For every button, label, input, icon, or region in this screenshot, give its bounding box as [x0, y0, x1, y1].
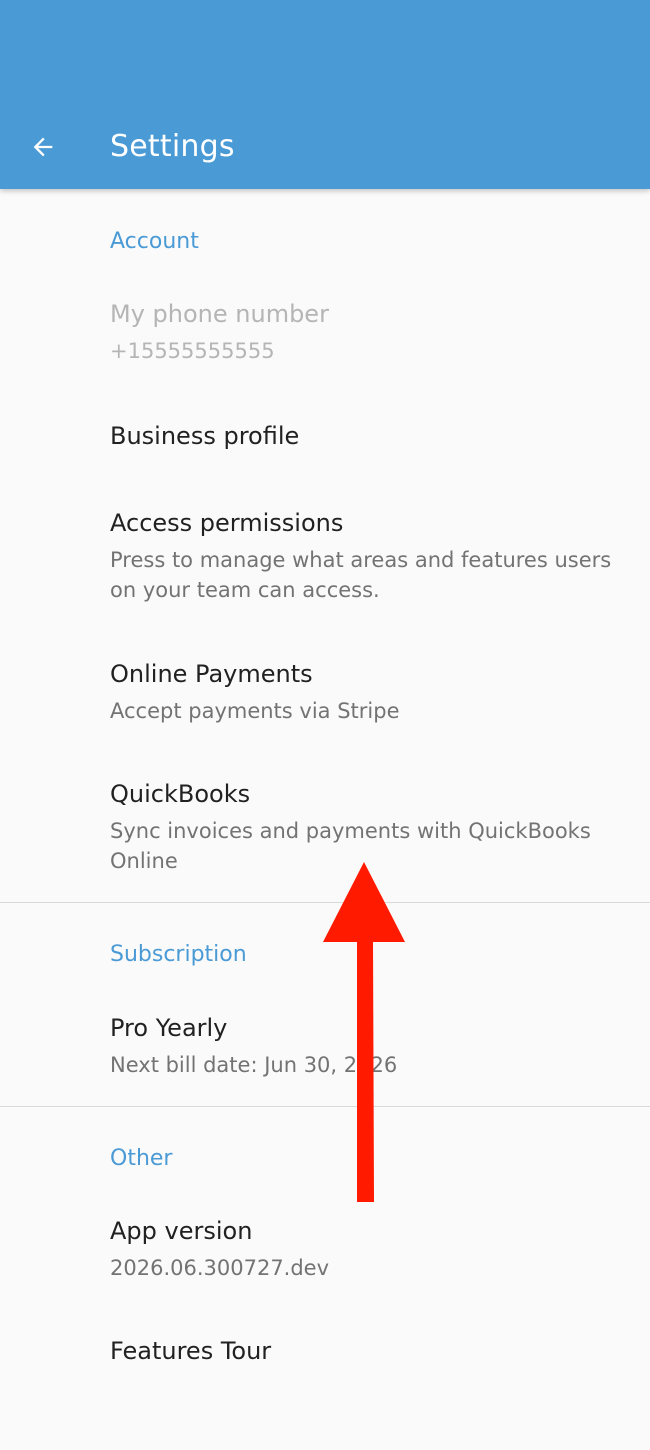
pref-access-permissions-title: Access permissions [110, 509, 344, 537]
pref-online-payments-title: Online Payments [110, 660, 313, 688]
pref-phone-number: My phone number +15555555555 [0, 284, 650, 374]
pref-app-version-title: App version [110, 1217, 253, 1245]
pref-online-payments-summary: Accept payments via Stripe [110, 699, 400, 723]
back-button[interactable] [22, 126, 64, 168]
pref-business-profile-title: Business profile [110, 422, 300, 450]
pref-app-version-summary: 2026.06.300727.dev [110, 1256, 330, 1280]
pref-plan-title: Pro Yearly [110, 1014, 228, 1042]
pref-access-permissions[interactable]: Access permissions Press to manage what … [0, 489, 650, 609]
pref-plan-summary: Next bill date: Jun 30, 2026 [110, 1053, 398, 1077]
pref-access-permissions-summary: Press to manage what areas and features … [110, 548, 612, 602]
pref-app-version[interactable]: App version 2026.06.300727.dev [0, 1199, 650, 1299]
pref-quickbooks-title: QuickBooks [110, 780, 251, 808]
arrow-back-icon [33, 137, 53, 157]
section-divider [0, 1106, 650, 1107]
section-divider [0, 902, 650, 903]
section-header-subscription: Subscription [110, 942, 247, 967]
pref-quickbooks[interactable]: QuickBooks Sync invoices and payments wi… [0, 764, 650, 884]
settings-list: Account My phone number +15555555555 Bus… [0, 189, 650, 1450]
pref-quickbooks-summary: Sync invoices and payments with QuickBoo… [110, 819, 591, 873]
section-header-account: Account [110, 229, 199, 254]
pref-features-tour-title: Features Tour [110, 1337, 272, 1365]
page-title: Settings [110, 129, 235, 164]
pref-subscription-plan[interactable]: Pro Yearly Next bill date: Jun 30, 2026 [0, 994, 650, 1094]
pref-online-payments[interactable]: Online Payments Accept payments via Stri… [0, 644, 650, 734]
pref-business-profile[interactable]: Business profile [0, 404, 650, 474]
pref-features-tour[interactable]: Features Tour [0, 1319, 650, 1399]
app-bar: Settings [0, 0, 650, 189]
section-header-other: Other [110, 1146, 173, 1171]
pref-phone-title: My phone number [110, 300, 329, 328]
pref-phone-summary: +15555555555 [110, 339, 275, 363]
